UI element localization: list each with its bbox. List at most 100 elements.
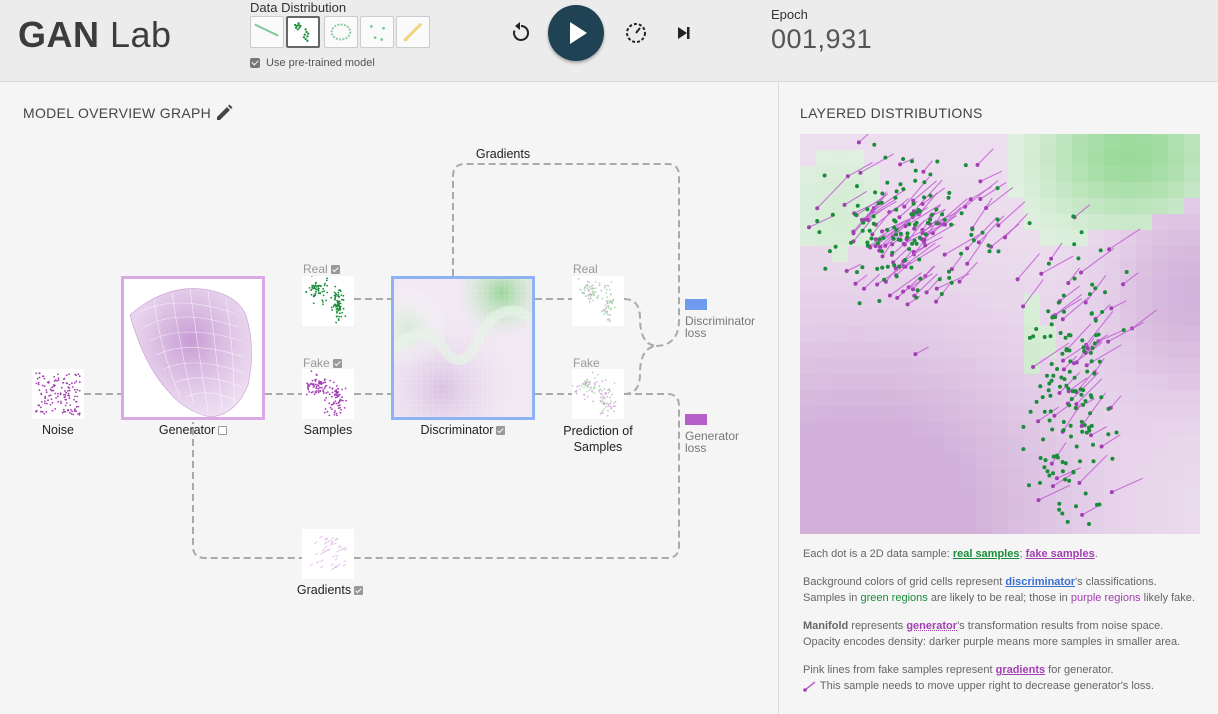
real-sample-dot [1048, 334, 1053, 339]
fake-samples-node[interactable] [302, 369, 354, 419]
fake-sample-dot [1054, 476, 1059, 481]
grid-cell [928, 358, 944, 374]
fake-sample-dot [856, 140, 861, 145]
step-button[interactable] [672, 21, 696, 45]
grid-cell [1056, 182, 1072, 198]
legend-discriminator-link[interactable]: discriminator [1005, 576, 1075, 588]
grid-cell [960, 278, 976, 294]
distribution-line-button[interactable] [250, 16, 284, 48]
legend-fake-samples-link[interactable]: fake samples [1026, 548, 1095, 560]
grid-cell [864, 182, 880, 198]
fake-sample-dot [887, 293, 892, 298]
fake-prediction-node[interactable] [571, 369, 624, 419]
discriminator-node[interactable] [390, 276, 535, 420]
real-prediction-node[interactable] [572, 276, 624, 326]
edge-fakepred-dloss [623, 345, 659, 395]
real-sample-dot [905, 231, 910, 236]
fake-sample-dot [965, 246, 970, 251]
generator-node[interactable] [121, 276, 265, 420]
grid-cell [800, 358, 816, 374]
gradients-checkbox[interactable] [354, 586, 364, 596]
sample-dot [315, 390, 318, 392]
legend-line1-prefix: Each dot is a 2D data sample: [803, 548, 953, 560]
real-sample-dot [860, 265, 865, 270]
sample-dot [608, 288, 611, 291]
sample-dot [47, 382, 50, 384]
sample-dot [598, 391, 601, 393]
distribution-ring-button[interactable] [324, 16, 358, 48]
real-sample-dot [1073, 389, 1078, 393]
slow-motion-button[interactable] [623, 20, 649, 46]
sample-dot [579, 388, 581, 391]
grid-cell [1008, 454, 1024, 470]
real-sample-dot [1038, 384, 1043, 389]
grid-cell [1168, 342, 1184, 358]
sample-dot [314, 379, 316, 381]
fake-sample-dot [890, 242, 895, 247]
grid-cell [832, 486, 848, 502]
grid-cell [1152, 278, 1168, 294]
distribution-clusters-button[interactable] [286, 16, 320, 48]
sample-dot [49, 403, 52, 406]
real-prediction-scatter [577, 278, 616, 323]
layered-distributions-plot [800, 134, 1200, 534]
sample-dot [583, 393, 586, 396]
grid-cell [800, 406, 816, 422]
real-sample-dot [885, 180, 890, 185]
sample-dot [331, 395, 333, 398]
grid-cell [912, 374, 928, 390]
sample-dot [596, 373, 599, 376]
play-button[interactable] [548, 5, 604, 61]
real-sample-dot [907, 222, 912, 227]
sample-dot [337, 309, 340, 311]
grid-cell [832, 166, 848, 182]
legend-line3-mid: are likely to be real; those in [927, 592, 1071, 604]
sample-dot [607, 405, 610, 408]
discriminator-heatmap [390, 279, 535, 417]
grid-cell [832, 342, 848, 358]
generator-checkbox[interactable] [218, 426, 228, 436]
real-sample-dot [914, 295, 919, 300]
real-sample-dot [861, 220, 866, 225]
fake-sample-dot [923, 243, 928, 248]
distribution-draw-button[interactable] [396, 16, 430, 48]
sample-dot [335, 315, 338, 318]
grid-cell [1040, 182, 1056, 198]
sample-dot [598, 385, 601, 388]
fake-samples-checkbox[interactable] [332, 359, 342, 369]
epoch-label: Epoch [771, 7, 808, 22]
sample-dot [326, 284, 328, 287]
fake-prediction-scatter [571, 371, 617, 417]
grid-cell [976, 310, 992, 326]
pretrained-model-checkbox[interactable]: Use pre-trained model [250, 57, 375, 69]
grid-cell [832, 294, 848, 310]
sample-dot [606, 415, 609, 417]
discriminator-checkbox[interactable] [496, 426, 506, 436]
gradients-node[interactable] [302, 529, 354, 579]
sample-dot [337, 291, 340, 294]
sample-dot [337, 407, 340, 409]
distribution-points-button[interactable] [360, 16, 394, 48]
sample-dot [337, 293, 340, 296]
real-sample-dot [1106, 406, 1111, 411]
real-samples-checkbox[interactable] [330, 265, 340, 275]
ring-distribution-icon [330, 23, 352, 41]
grid-cell [976, 278, 992, 294]
legend-gradients-link[interactable]: gradients [996, 664, 1046, 676]
grid-cell [1184, 406, 1200, 422]
grid-cell [976, 502, 992, 518]
real-samples-node[interactable] [302, 274, 354, 331]
grid-cell [1120, 214, 1136, 230]
real-sample-dot [1043, 458, 1048, 463]
pretrained-checkbox-box[interactable] [250, 58, 260, 68]
sample-dot [604, 393, 606, 395]
legend-real-samples-link[interactable]: real samples [953, 548, 1020, 560]
legend-generator-link[interactable]: generator [906, 620, 957, 632]
sample-dot [342, 399, 344, 402]
real-sample-dot [923, 232, 928, 237]
sample-dot [319, 386, 321, 389]
reset-button[interactable] [508, 20, 534, 46]
fake-sample-dot [943, 222, 947, 227]
noise-node[interactable] [32, 369, 84, 419]
sample-dot [57, 373, 59, 376]
